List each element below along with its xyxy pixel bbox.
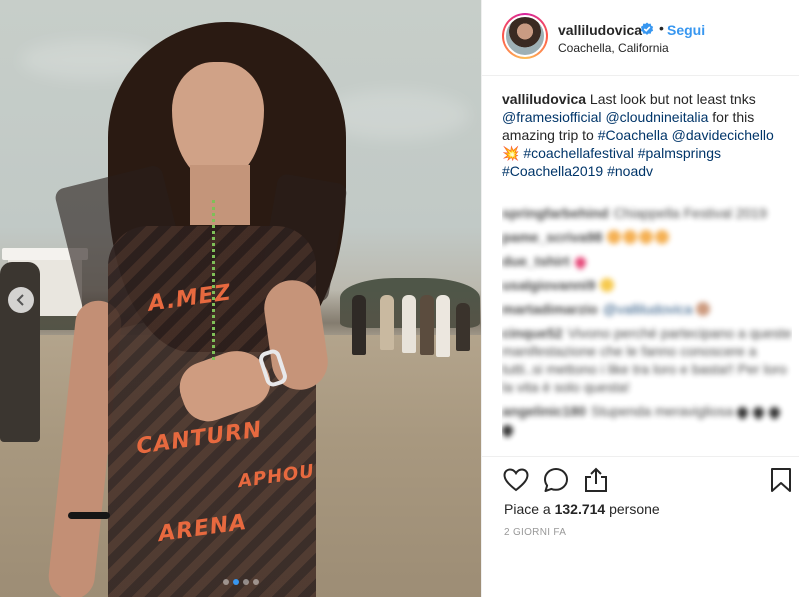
- crowd-person: [420, 295, 434, 355]
- likes-prefix: Piace a: [504, 501, 551, 517]
- crowd-person: [402, 295, 416, 353]
- dress-lettering: ARENA: [156, 509, 249, 548]
- post-photo[interactable]: A.MEZ CANTURN APHOU ARENA: [0, 0, 481, 597]
- caption: valliludovica Last look but not least tn…: [502, 90, 792, 180]
- comment-username[interactable]: usalgiovanni9: [502, 277, 595, 293]
- dress-lettering: APHOU: [236, 460, 317, 493]
- caption-tag-link[interactable]: #noadv: [607, 163, 653, 179]
- verified-badge-icon: [640, 22, 654, 35]
- caption-username[interactable]: valliludovica: [502, 91, 586, 107]
- black-heart-emoji-icon: [767, 404, 783, 421]
- likes-suffix: persone: [609, 501, 660, 517]
- comment-username[interactable]: martadimarzio: [502, 301, 598, 317]
- separator-dot: •: [659, 20, 664, 36]
- caption-tag-link[interactable]: #Coachella: [598, 127, 668, 143]
- caption-tag-link[interactable]: @cloudnineitalia: [605, 109, 708, 125]
- carousel-prev-button[interactable]: [8, 287, 34, 313]
- caption-tag-link[interactable]: @framesiofficial: [502, 109, 602, 125]
- face-emoji-icon: [607, 230, 622, 244]
- heart-emoji-icon: [572, 254, 588, 271]
- follow-button[interactable]: Segui: [667, 22, 705, 38]
- caption-fragment: Last look but not least tnks: [586, 91, 756, 107]
- comment-username[interactable]: angelinic180: [502, 403, 586, 419]
- face-emoji-icon: [623, 230, 638, 244]
- comment-username[interactable]: due_tshirt: [502, 253, 570, 269]
- caption-tag-link[interactable]: @davidecichello: [672, 127, 774, 143]
- face-emoji-icon: [639, 230, 654, 244]
- avatar[interactable]: [504, 15, 546, 57]
- heart-icon[interactable]: [503, 467, 529, 493]
- carousel-dot: [252, 579, 259, 585]
- comment-text: Chiappella Festival 2019: [613, 205, 767, 221]
- comment-text[interactable]: @valliludovica: [603, 301, 697, 317]
- black-heart-emoji-icon: [735, 404, 751, 421]
- crowd-person: [456, 303, 470, 351]
- crowd-person: [436, 295, 450, 357]
- post-header: valliludovica • Segui Coachella, Califor…: [482, 0, 799, 76]
- avatar-story-ring[interactable]: [502, 13, 548, 59]
- post-timestamp[interactable]: 2 GIORNI FA: [504, 527, 566, 538]
- carousel-dot: [232, 579, 239, 585]
- comments-list[interactable]: valliludovica Last look but not least tn…: [502, 90, 792, 452]
- carousel-indicator: [0, 579, 481, 585]
- comment-username[interactable]: cinque52: [502, 325, 563, 341]
- bookmark-icon[interactable]: [770, 467, 792, 493]
- comment-row: springfarbehind Chiappella Festival 2019: [502, 204, 792, 222]
- comment-text: Stupenda meravigliosa: [591, 403, 738, 419]
- caption-tag-link[interactable]: #palmsprings: [638, 145, 721, 161]
- share-icon[interactable]: [583, 467, 609, 493]
- dress-lettering: CANTURN: [134, 417, 264, 460]
- caption-tag-link[interactable]: #coachellafestival: [523, 145, 634, 161]
- black-heart-emoji-icon: [751, 404, 767, 421]
- comment-row: angelinic180 Stupenda meravigliosa: [502, 402, 792, 439]
- comment-username[interactable]: pame_scriva98: [502, 229, 602, 245]
- likes-count[interactable]: Piace a 132.714 persone: [504, 501, 660, 517]
- post-details-panel: valliludovica • Segui Coachella, Califor…: [481, 0, 799, 597]
- hair-tie: [68, 512, 110, 519]
- comment-row: usalgiovanni9: [502, 276, 792, 294]
- crowd-person: [352, 295, 366, 355]
- hand-emoji-icon: [696, 302, 711, 316]
- carousel-dot: [222, 579, 229, 585]
- post-actions: Piace a 132.714 persone 2 GIORNI FA: [482, 456, 799, 556]
- comment-row: martadimarzio @valliludovica: [502, 300, 792, 318]
- smile-emoji-icon: [600, 278, 615, 292]
- username-link[interactable]: valliludovica: [558, 22, 642, 38]
- location-link[interactable]: Coachella, California: [558, 41, 669, 55]
- comment-row: cinque52 Vivono perché partecipano a ques…: [502, 324, 792, 396]
- chevron-left-icon: [16, 294, 24, 306]
- black-heart-emoji-icon: [502, 422, 516, 439]
- likes-number: 132.714: [554, 501, 606, 517]
- caption-fragment: 💥: [502, 145, 524, 161]
- comment-row: due_tshirt: [502, 252, 792, 271]
- crowd-person: [380, 295, 394, 350]
- bead-necklace: [212, 200, 222, 360]
- comment-icon[interactable]: [543, 467, 569, 493]
- comment-row: pame_scriva98: [502, 228, 792, 246]
- caption-tag-link[interactable]: #Coachella2019: [502, 163, 603, 179]
- carousel-dot: [242, 579, 249, 585]
- comment-username[interactable]: springfarbehind: [502, 205, 609, 221]
- face-emoji-icon: [655, 230, 670, 244]
